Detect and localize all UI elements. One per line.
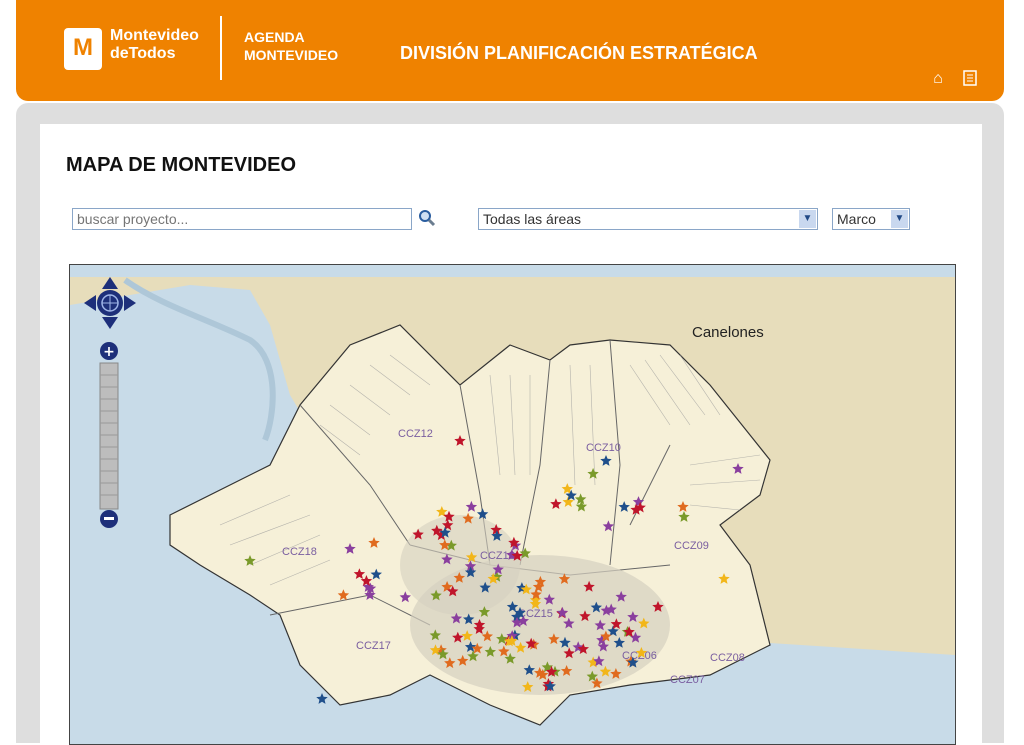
logo-letter: M bbox=[73, 34, 93, 61]
canelones-label: Canelones bbox=[692, 324, 764, 341]
document-icon[interactable] bbox=[960, 70, 980, 90]
division-title: DIVISIÓN PLANIFICACIÓN ESTRATÉGICA bbox=[400, 43, 758, 63]
zoom-track[interactable] bbox=[99, 362, 119, 510]
river bbox=[123, 277, 276, 442]
map-view[interactable]: Canelones CCZ12 CCZ10 CCZ09 CCZ18 CCZ13 … bbox=[69, 264, 956, 745]
agenda-line1: AGENDA bbox=[244, 29, 305, 45]
pan-right-icon[interactable] bbox=[124, 295, 136, 311]
month-select-value: Marco bbox=[837, 211, 876, 227]
chevron-down-icon[interactable]: ▼ bbox=[891, 210, 908, 228]
zone-label: CCZ12 bbox=[398, 428, 433, 440]
area-select[interactable]: Todas las áreas ▼ bbox=[478, 208, 818, 230]
zoom-slider[interactable]: + bbox=[98, 341, 120, 531]
header-bar: M Montevideo deTodos AGENDA MONTEVIDEO D… bbox=[16, 0, 1004, 101]
svg-text:+: + bbox=[103, 344, 115, 360]
logo-line1: Montevideo bbox=[110, 27, 199, 44]
chevron-down-icon[interactable]: ▼ bbox=[799, 210, 816, 228]
home-icon[interactable]: ⌂ bbox=[928, 70, 948, 90]
zone-label: CCZ07 bbox=[670, 674, 705, 686]
page-title: MAPA DE MONTEVIDEO bbox=[66, 154, 297, 176]
agenda-line2: MONTEVIDEO bbox=[244, 47, 339, 63]
zone-label: CCZ10 bbox=[586, 442, 621, 454]
search-icon[interactable] bbox=[418, 209, 438, 229]
project-star-icon[interactable] bbox=[316, 693, 328, 704]
zone-label: CCZ18 bbox=[282, 546, 317, 558]
area-select-value: Todas las áreas bbox=[483, 211, 582, 227]
month-select[interactable]: Marco ▼ bbox=[832, 208, 910, 230]
agenda-montevideo[interactable]: AGENDA MONTEVIDEO bbox=[244, 28, 338, 64]
zone-label: CCZ17 bbox=[356, 640, 391, 652]
search-input[interactable] bbox=[72, 208, 412, 230]
header-divider bbox=[220, 16, 222, 80]
zone-label: CCZ08 bbox=[710, 652, 745, 664]
pan-control[interactable] bbox=[82, 275, 138, 331]
logo-line2: deTodos bbox=[110, 45, 176, 62]
pan-left-icon[interactable] bbox=[84, 295, 96, 311]
map-canvas[interactable]: Canelones CCZ12 CCZ10 CCZ09 CCZ18 CCZ13 … bbox=[70, 265, 955, 744]
pan-down-icon[interactable] bbox=[102, 317, 118, 329]
zone-label: CCZ09 bbox=[674, 540, 709, 552]
logo-text: Montevideo deTodos bbox=[110, 27, 199, 63]
montevideo-logo[interactable]: M bbox=[64, 28, 102, 70]
pan-up-icon[interactable] bbox=[102, 277, 118, 289]
